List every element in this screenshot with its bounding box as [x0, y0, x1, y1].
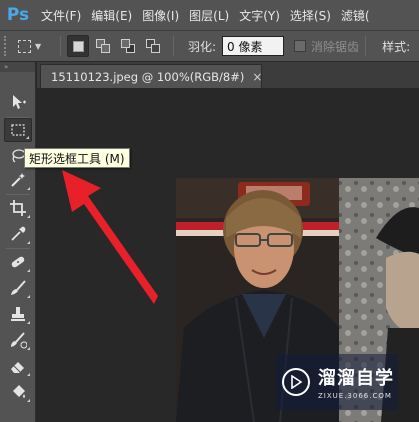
menu-file[interactable]: 文件(F) [36, 0, 86, 30]
tool-group-indicator [26, 136, 29, 139]
divider [173, 36, 174, 56]
history-brush-tool[interactable] [4, 328, 32, 352]
tool-group-indicator [27, 241, 30, 244]
options-bar: ▼ 羽化: 0 像素 消除锯齿 样式: [0, 30, 419, 62]
subtract-selection-icon [121, 39, 135, 53]
tool-group-indicator [27, 187, 30, 190]
watermark: 溜溜自学 ZIXUE.3066.COM [276, 354, 398, 410]
eraser-icon [11, 362, 24, 373]
tool-divider [6, 248, 30, 249]
tool-group-indicator [27, 347, 30, 350]
history-brush-icon [11, 332, 27, 349]
magic-wand-tool[interactable] [4, 168, 32, 192]
watermark-brand: 溜溜自学 [318, 368, 394, 389]
tools-panel: » [0, 62, 36, 422]
crop-tool[interactable] [4, 196, 32, 220]
crop-icon [10, 200, 26, 216]
watermark-url: ZIXUE.3066.COM [318, 392, 392, 400]
magic-wand-icon [11, 173, 25, 187]
feather-input[interactable]: 0 像素 [222, 36, 285, 56]
menu-filter[interactable]: 滤镜( [336, 0, 375, 30]
menu-layer[interactable]: 图层(L) [184, 0, 234, 30]
document-tab-strip: 15110123.jpeg @ 100%(RGB/8#) × [37, 62, 419, 88]
intersect-selection-icon [146, 39, 160, 53]
marquee-icon [11, 124, 25, 136]
divider [60, 36, 61, 56]
tool-group-indicator [27, 269, 30, 272]
play-icon [282, 368, 310, 396]
intersect-selection-button[interactable] [142, 35, 164, 57]
tool-tooltip: 矩形选框工具 (M) [24, 148, 130, 168]
tool-group-indicator [27, 373, 30, 376]
new-selection-icon [72, 40, 84, 52]
new-selection-button[interactable] [67, 35, 89, 57]
clone-stamp-tool[interactable] [4, 302, 32, 326]
photoshop-logo[interactable]: Ps [0, 0, 36, 30]
menu-bar: Ps 文件(F) 编辑(E) 图像(I) 图层(L) 文字(Y) 选择(S) 滤… [0, 0, 419, 30]
add-to-selection-button[interactable] [92, 35, 114, 57]
move-tool[interactable] [4, 90, 32, 114]
antialias-label: 消除锯齿 [311, 39, 360, 54]
feather-label: 羽化: [188, 39, 217, 54]
brush-tool[interactable] [4, 276, 32, 300]
tools-panel-collapse[interactable]: » [0, 62, 35, 72]
subtract-from-selection-button[interactable] [117, 35, 139, 57]
chevron-down-icon: ▼ [35, 41, 42, 51]
paint-bucket-tool[interactable] [4, 380, 32, 404]
move-icon [13, 95, 26, 109]
tool-group-indicator [27, 215, 30, 218]
bucket-icon [13, 385, 25, 398]
options-bar-grip[interactable] [4, 36, 8, 56]
tool-preset-picker[interactable]: ▼ [18, 35, 54, 57]
style-label: 样式: [382, 39, 411, 54]
bandage-icon [11, 256, 25, 268]
watermark-text: 溜溜自学 ZIXUE.3066.COM [318, 364, 394, 400]
healing-brush-tool[interactable] [4, 250, 32, 274]
menu-image[interactable]: 图像(I) [137, 0, 184, 30]
menu-select[interactable]: 选择(S) [285, 0, 336, 30]
rectangular-marquee-tool[interactable] [4, 118, 32, 142]
document-tab-title: 15110123.jpeg @ 100%(RGB/8#) [51, 69, 245, 84]
antialias-checkbox[interactable] [294, 40, 307, 52]
menu-edit[interactable]: 编辑(E) [86, 0, 137, 30]
tool-group-indicator [27, 321, 30, 324]
tool-divider [6, 194, 30, 195]
tool-group-indicator [27, 295, 30, 298]
brush-icon [11, 280, 26, 295]
divider [365, 36, 367, 56]
marquee-preset-icon [18, 39, 31, 53]
eyedropper-tool[interactable] [4, 222, 32, 246]
close-icon[interactable]: × [252, 70, 262, 84]
tool-group-indicator [27, 399, 30, 402]
stamp-icon [11, 307, 25, 321]
menu-type[interactable]: 文字(Y) [234, 0, 285, 30]
eraser-tool[interactable] [4, 354, 32, 378]
eyedropper-icon [11, 226, 26, 241]
document-tab[interactable]: 15110123.jpeg @ 100%(RGB/8#) × [40, 64, 262, 88]
add-selection-icon [96, 39, 110, 53]
